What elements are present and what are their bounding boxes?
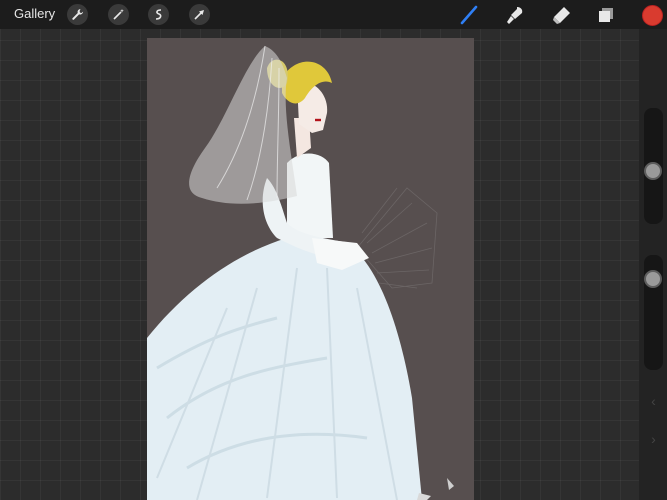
color-picker-button[interactable]	[642, 5, 663, 26]
selection-button[interactable]	[148, 4, 169, 25]
redo-icon: ›	[651, 431, 656, 447]
brush-size-knob[interactable]	[644, 162, 662, 180]
smudge-tool-button[interactable]	[503, 3, 527, 27]
top-toolbar: Gallery	[0, 0, 667, 29]
transform-icon	[194, 10, 204, 20]
actions-button[interactable]	[67, 4, 88, 25]
selection-icon	[155, 9, 162, 20]
magic-wand-icon	[113, 9, 124, 20]
eraser-tool-button[interactable]	[549, 3, 573, 27]
opacity-knob[interactable]	[644, 270, 662, 288]
transform-button[interactable]	[189, 4, 210, 25]
opacity-slider[interactable]	[644, 255, 663, 370]
brush-size-slider[interactable]	[644, 108, 663, 224]
brush-icon	[460, 5, 478, 25]
undo-icon: ‹	[651, 393, 656, 409]
undo-button[interactable]: ‹	[644, 389, 663, 413]
layers-icon	[599, 8, 613, 22]
smudge-icon	[507, 7, 523, 24]
redo-button[interactable]: ›	[644, 427, 663, 451]
gallery-button[interactable]: Gallery	[14, 6, 55, 21]
drawing-canvas[interactable]	[147, 38, 474, 500]
layers-button[interactable]	[594, 3, 618, 27]
brush-tool-button[interactable]	[457, 3, 481, 27]
bride-illustration	[147, 45, 454, 500]
adjustments-button[interactable]	[108, 4, 129, 25]
wrench-icon	[72, 9, 84, 20]
eraser-icon	[553, 7, 570, 24]
